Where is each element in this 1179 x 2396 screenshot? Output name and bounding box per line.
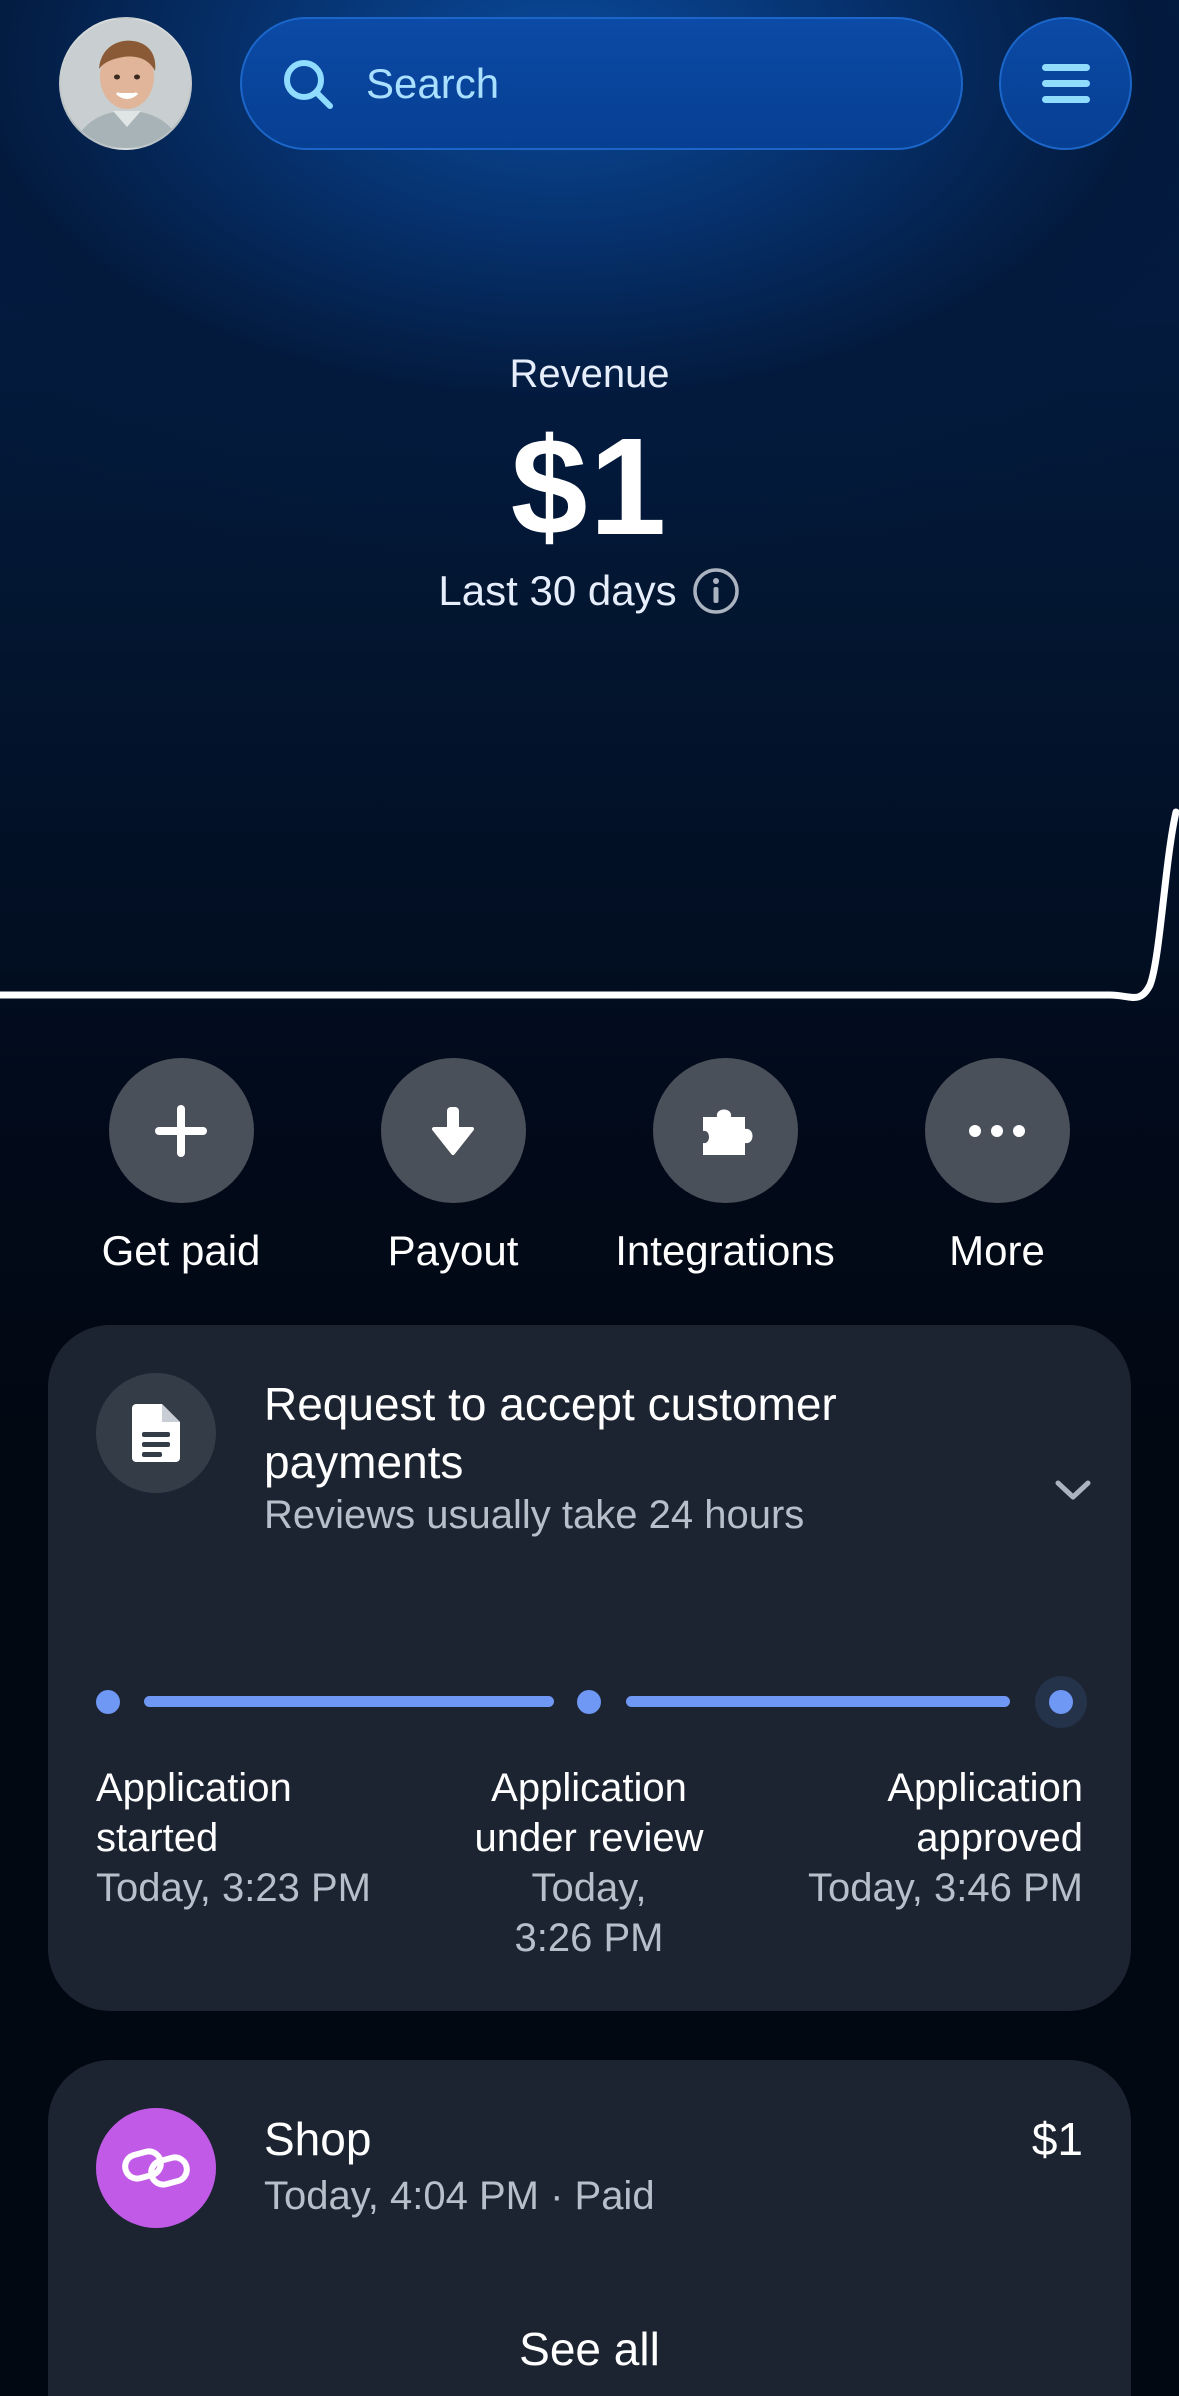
revenue-label: Revenue	[509, 352, 670, 396]
more-label: More	[949, 1227, 1045, 1274]
search-placeholder: Search	[366, 59, 500, 107]
info-icon[interactable]	[691, 566, 741, 616]
payout-button[interactable]: Payout	[317, 1058, 589, 1275]
hamburger-menu-icon	[1041, 63, 1090, 103]
more-circle[interactable]	[924, 1058, 1070, 1203]
more-dots-icon	[969, 1124, 1025, 1137]
step-review-time: Today, 3:26 PM	[514, 1866, 664, 1960]
step-started-name: Application started	[96, 1766, 292, 1860]
get-paid-circle[interactable]	[108, 1058, 254, 1203]
download-arrow-icon	[432, 1106, 474, 1155]
quick-actions: Get paid Payout Integrations More	[0, 1058, 1179, 1288]
see-all-button[interactable]: See all	[48, 2322, 1131, 2376]
transaction-detail: Today, 4:04 PM · Paid	[264, 2174, 655, 2218]
progress-bar-2	[626, 1696, 1010, 1707]
revenue-chart-line	[0, 808, 1179, 1001]
request-card-subtitle: Reviews usually take 24 hours	[264, 1493, 805, 1537]
shop-icon-circle	[96, 2108, 216, 2228]
user-avatar-image	[61, 19, 190, 148]
transaction-amount: $1	[1031, 2113, 1083, 2165]
search-icon	[284, 59, 333, 109]
puzzle-icon	[703, 1109, 753, 1155]
get-paid-button[interactable]: Get paid	[45, 1058, 317, 1275]
step-started-time: Today, 3:23 PM	[96, 1866, 371, 1910]
menu-button[interactable]	[999, 17, 1132, 150]
revenue-period-label: Last 30 days	[438, 567, 677, 614]
integrations-button[interactable]: Integrations	[589, 1058, 861, 1275]
step-dot-review	[577, 1690, 601, 1714]
payout-circle[interactable]	[380, 1058, 526, 1203]
step-dot-approved	[1049, 1690, 1073, 1714]
link-icon	[122, 2148, 190, 2188]
integrations-label: Integrations	[615, 1227, 835, 1274]
home-screen: Search Revenue $1 Last 30 days Get paid …	[0, 0, 1179, 2396]
step-review-name: Application under review	[474, 1766, 704, 1860]
revenue-chart	[0, 808, 1179, 1001]
get-paid-label: Get paid	[101, 1227, 261, 1274]
transaction-name[interactable]: Shop	[264, 2112, 371, 2166]
chevron-down-icon[interactable]	[1048, 1465, 1098, 1515]
plus-icon	[155, 1104, 207, 1157]
document-icon-circle	[96, 1373, 216, 1493]
progress-bar-1	[144, 1696, 554, 1707]
step-approved-time: Today, 3:46 PM	[808, 1866, 1083, 1910]
integrations-circle[interactable]	[652, 1058, 798, 1203]
request-card-title: Request to accept customer payments	[264, 1378, 837, 1488]
step-under-review: Application under review Today, 3:26 PM	[439, 1763, 739, 1963]
more-button[interactable]: More	[861, 1058, 1133, 1275]
step-approved-name: Application approved	[887, 1766, 1083, 1860]
revenue-amount: $1	[510, 410, 669, 564]
document-icon	[132, 1404, 180, 1462]
revenue-period: Last 30 days	[0, 566, 1179, 616]
step-started: Application started Today, 3:23 PM	[96, 1763, 426, 1913]
transactions-card: Shop Today, 4:04 PM · Paid $1 See all	[48, 2060, 1131, 2396]
search-bar[interactable]: Search	[240, 17, 963, 150]
request-payments-card[interactable]: Request to accept customer payments Revi…	[48, 1325, 1131, 2011]
avatar[interactable]	[59, 17, 192, 150]
step-dot-started	[96, 1690, 120, 1714]
step-approved: Application approved Today, 3:46 PM	[753, 1763, 1083, 1913]
payout-label: Payout	[387, 1227, 519, 1274]
